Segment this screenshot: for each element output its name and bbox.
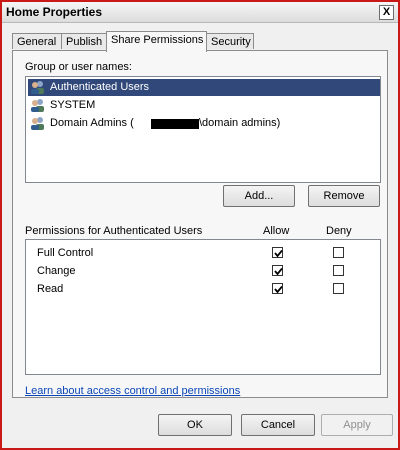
add-button[interactable]: Add... bbox=[223, 185, 295, 207]
permission-row: Read bbox=[37, 281, 382, 299]
user-name-suffix: \domain admins) bbox=[199, 117, 281, 129]
user-group-icon bbox=[30, 80, 46, 95]
deny-checkbox[interactable] bbox=[333, 265, 344, 276]
deny-checkbox[interactable] bbox=[333, 247, 344, 258]
properties-dialog: Home Properties X General Publish Share … bbox=[0, 0, 400, 450]
permission-row: Change bbox=[37, 263, 382, 281]
user-item[interactable]: Domain Admins ( \domain admins) bbox=[28, 115, 380, 132]
dialog-footer: OK Cancel Apply bbox=[2, 404, 398, 448]
allow-checkbox[interactable] bbox=[272, 265, 283, 276]
user-item[interactable]: SYSTEM bbox=[28, 97, 380, 114]
permission-name: Change bbox=[37, 265, 76, 277]
users-listbox[interactable]: Authenticated Users SYSTEM Domain Admins… bbox=[25, 76, 381, 183]
tab-share-permissions[interactable]: Share Permissions bbox=[106, 31, 207, 52]
deny-checkbox[interactable] bbox=[333, 283, 344, 294]
close-button[interactable]: X bbox=[379, 5, 394, 20]
ok-button[interactable]: OK bbox=[158, 414, 232, 436]
permission-name: Full Control bbox=[37, 247, 94, 259]
share-permissions-panel: Group or user names: Authenticated Users bbox=[12, 50, 388, 398]
permission-name: Read bbox=[37, 283, 64, 295]
apply-button[interactable]: Apply bbox=[321, 414, 393, 436]
allow-checkbox[interactable] bbox=[272, 247, 283, 258]
allow-header: Allow bbox=[263, 225, 290, 237]
cancel-button[interactable]: Cancel bbox=[241, 414, 315, 436]
deny-header: Deny bbox=[326, 225, 352, 237]
help-link[interactable]: Learn about access control and permissio… bbox=[25, 385, 240, 397]
permissions-list: Full Control Change Read bbox=[25, 239, 381, 375]
user-name: Authenticated Users bbox=[50, 81, 150, 93]
redaction-bar bbox=[151, 119, 199, 129]
user-item[interactable]: Authenticated Users bbox=[28, 79, 380, 96]
user-group-icon bbox=[30, 116, 46, 131]
remove-button[interactable]: Remove bbox=[308, 185, 380, 207]
tab-general[interactable]: General bbox=[12, 33, 62, 49]
tab-security[interactable]: Security bbox=[206, 33, 254, 49]
permissions-label: Permissions for Authenticated Users bbox=[25, 225, 203, 237]
title-bar: Home Properties X bbox=[2, 2, 398, 23]
tab-publish[interactable]: Publish bbox=[61, 33, 107, 49]
users-label: Group or user names: bbox=[25, 61, 132, 73]
user-name: SYSTEM bbox=[50, 99, 96, 111]
user-group-icon bbox=[30, 98, 46, 113]
dialog-title: Home Properties bbox=[6, 5, 103, 19]
allow-checkbox[interactable] bbox=[272, 283, 283, 294]
user-name: Domain Admins ( bbox=[50, 117, 134, 129]
permission-row: Full Control bbox=[37, 245, 382, 263]
